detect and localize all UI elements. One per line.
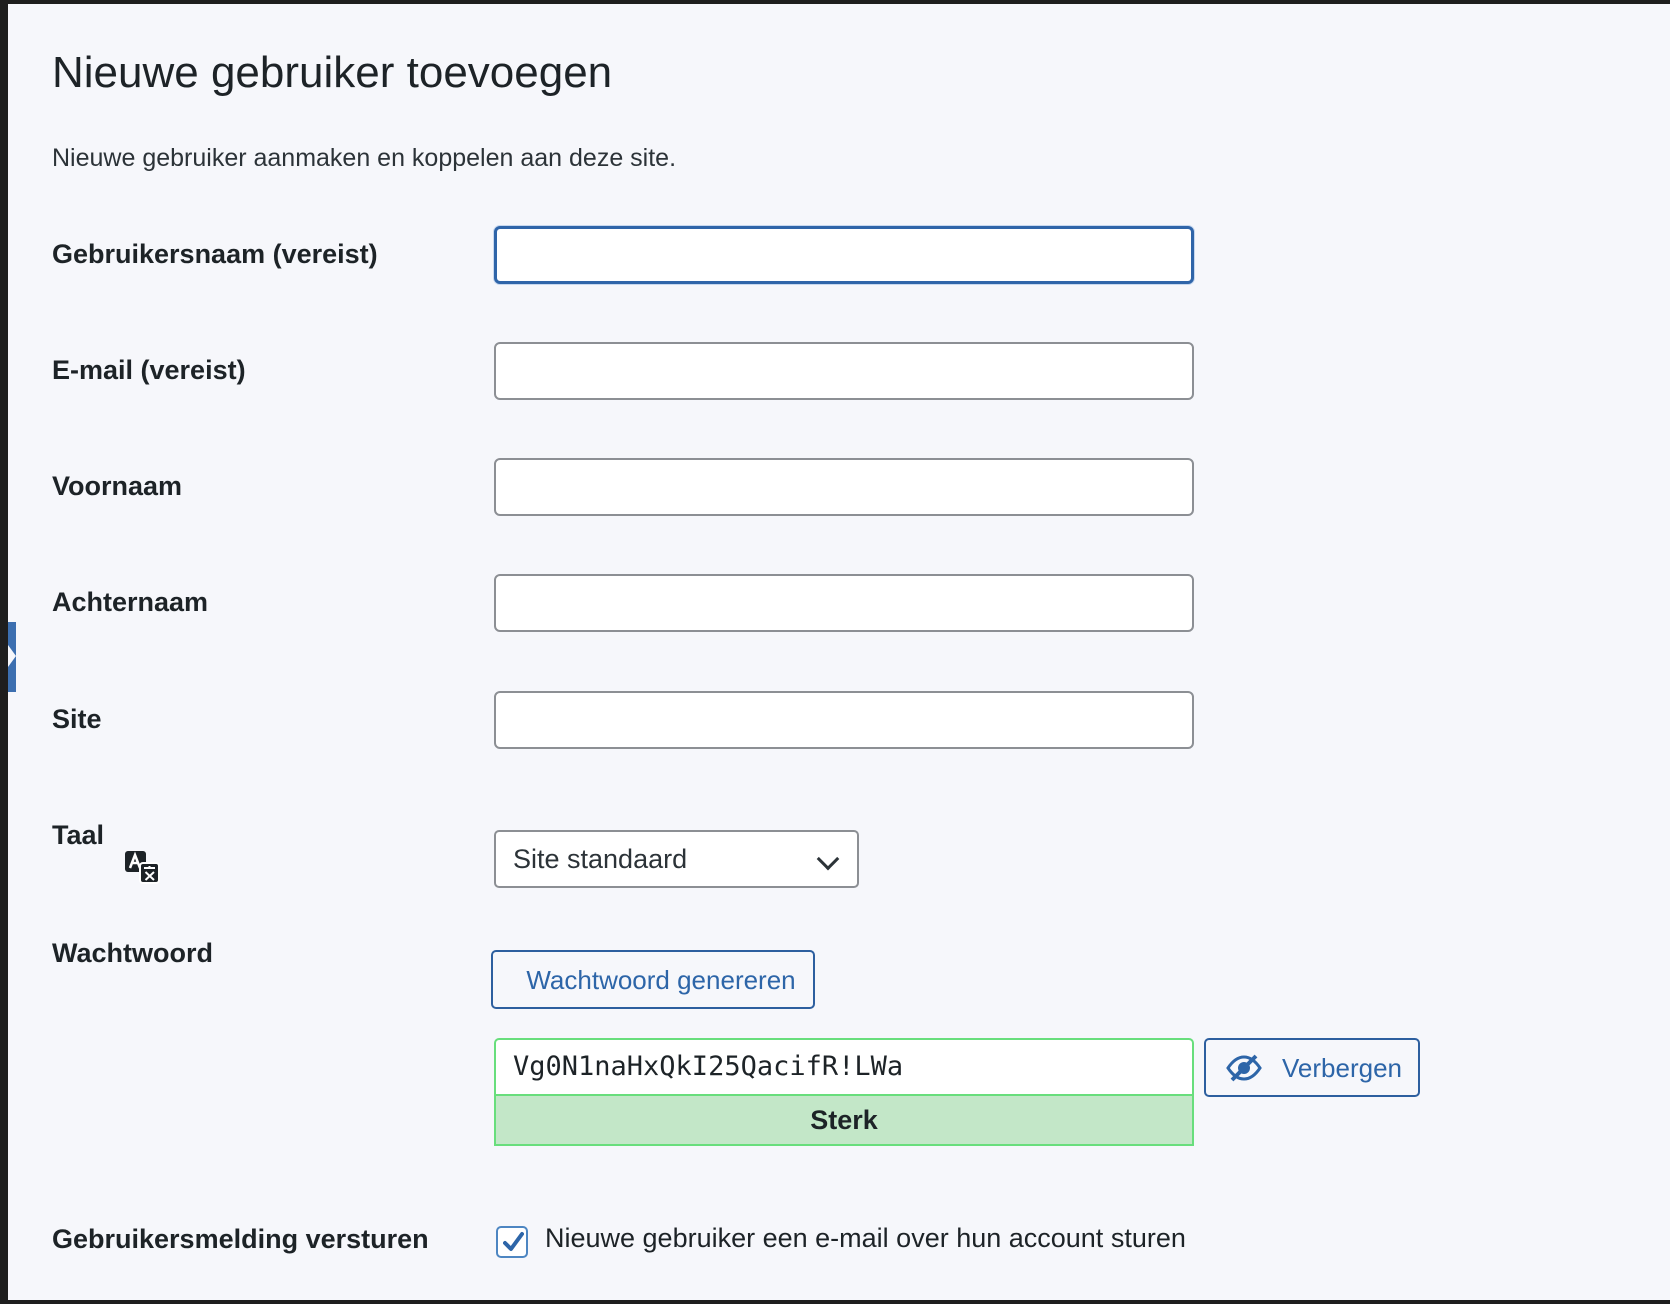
notification-label: Gebruikersmelding versturen <box>52 1224 429 1254</box>
first-name-input[interactable] <box>494 458 1194 516</box>
username-label: Gebruikersnaam (vereist) <box>52 239 378 269</box>
page-description: Nieuwe gebruiker aanmaken en koppelen aa… <box>52 144 677 172</box>
language-select[interactable]: Site standaard <box>494 830 859 888</box>
send-notification-checkbox[interactable] <box>496 1226 528 1258</box>
username-input[interactable] <box>494 226 1194 284</box>
eye-slash-icon <box>1226 1054 1262 1082</box>
hide-password-button[interactable]: Verbergen <box>1204 1038 1420 1097</box>
site-input[interactable] <box>494 691 1194 749</box>
email-input[interactable] <box>494 342 1194 400</box>
last-name-label: Achternaam <box>52 587 209 617</box>
password-strength-indicator: Sterk <box>494 1096 1194 1146</box>
send-notification-checkbox-label: Nieuwe gebruiker een e-mail over hun acc… <box>545 1223 1186 1253</box>
checkmark-icon <box>503 1232 524 1251</box>
language-selected-value: Site standaard <box>513 844 688 874</box>
last-name-input[interactable] <box>494 574 1194 632</box>
email-label: E-mail (vereist) <box>52 355 246 385</box>
add-user-page: Nieuwe gebruiker toevoegen Nieuwe gebrui… <box>8 4 1670 1300</box>
first-name-label: Voornaam <box>52 471 183 501</box>
language-label: Taal <box>52 820 105 850</box>
hide-password-label: Verbergen <box>1282 1053 1402 1083</box>
generate-password-button[interactable]: Wachtwoord genereren <box>491 950 815 1009</box>
password-label: Wachtwoord <box>52 938 213 968</box>
admin-menu-collapse-handle[interactable] <box>8 622 16 692</box>
chevron-down-icon <box>816 847 840 871</box>
site-label: Site <box>52 704 102 734</box>
translate-icon <box>125 851 160 884</box>
page-title: Nieuwe gebruiker toevoegen <box>52 48 613 97</box>
password-input[interactable]: Vg0N1naHxQkI25QacifR!LWa <box>494 1038 1194 1096</box>
